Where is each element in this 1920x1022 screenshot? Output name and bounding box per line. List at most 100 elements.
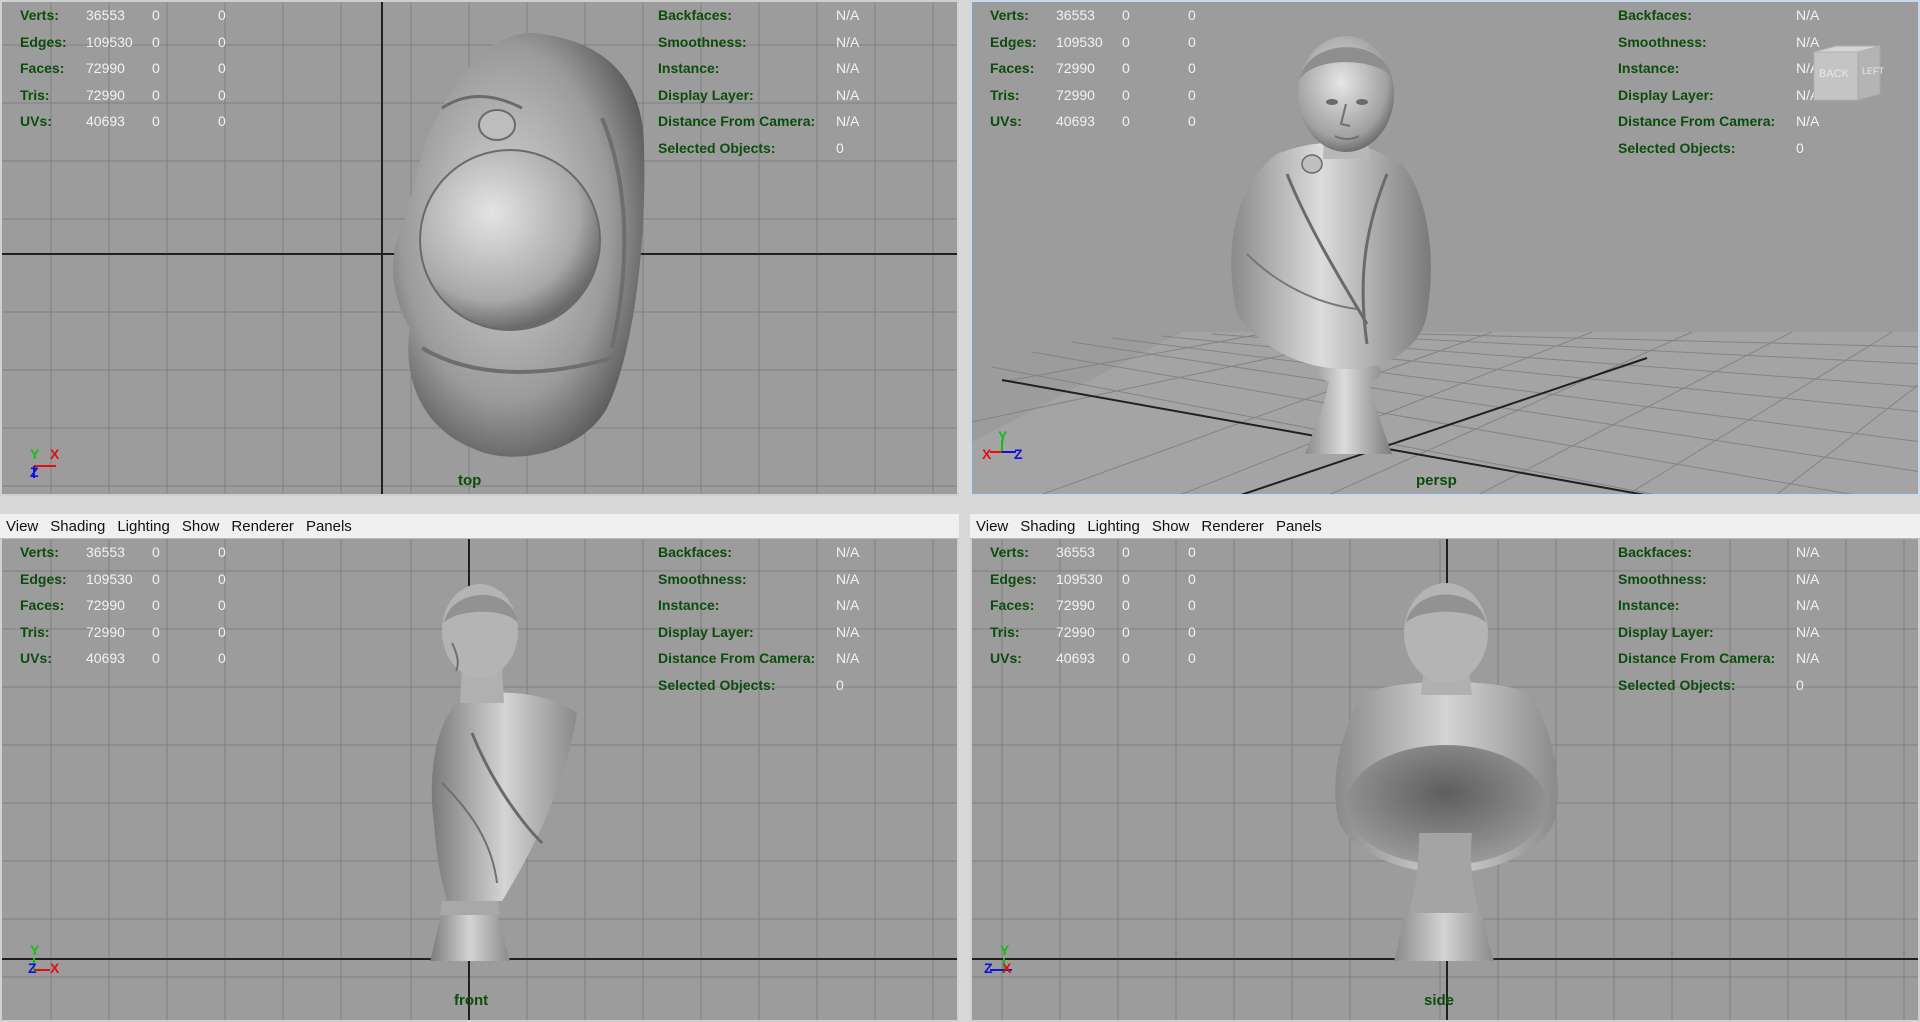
hud-info-value: N/A bbox=[836, 7, 860, 23]
hud-info-value: N/A bbox=[1796, 113, 1820, 129]
hud-stat-row: UVs: 40693 0 0 bbox=[990, 108, 1250, 135]
menu-view[interactable]: View bbox=[0, 514, 44, 535]
bust-model-persp-view[interactable] bbox=[1217, 24, 1467, 464]
camera-label-top: top bbox=[458, 472, 482, 489]
hud-stat-value: 0 bbox=[1122, 597, 1130, 613]
hud-stat-label: Edges: bbox=[990, 570, 1037, 587]
hud-stat-value: 0 bbox=[1122, 623, 1130, 640]
hud-stats-front: Verts: 36553 0 0 Edges: 109530 0 0 Faces: 72990 0 0… bbox=[20, 539, 280, 672]
hud-stat-value: 0 bbox=[1188, 7, 1196, 23]
hud-stat-value: 0 bbox=[218, 650, 226, 666]
hud-info-row: Backfaces: N/A bbox=[1618, 539, 1908, 566]
hud-stat-value: 36553 bbox=[1056, 544, 1095, 560]
hud-stat-value: 109530 bbox=[86, 33, 133, 50]
menu-show[interactable]: Show bbox=[1146, 514, 1196, 535]
hud-stat-value: 0 bbox=[218, 597, 226, 613]
view-cube[interactable]: BACK LEFT bbox=[1810, 44, 1888, 106]
hud-info-label: Distance From Camera: bbox=[658, 650, 816, 666]
hud-stat-value: 0 bbox=[218, 544, 226, 560]
hud-info-row: Instance: N/A bbox=[658, 55, 938, 82]
bust-model-side-view[interactable] bbox=[1324, 583, 1574, 963]
hud-stat-value: 0 bbox=[1188, 570, 1196, 587]
menu-panels[interactable]: Panels bbox=[1270, 514, 1328, 535]
viewport-front[interactable]: Verts: 36553 0 0 Edges: 109530 0 0 Faces: 72990 0 0… bbox=[0, 539, 959, 1022]
hud-stat-value: 0 bbox=[152, 623, 160, 640]
hud-stat-value: 72990 bbox=[86, 623, 125, 640]
hud-info-label: Display Layer: bbox=[1618, 623, 1714, 640]
menu-shading[interactable]: Shading bbox=[1014, 514, 1081, 535]
hud-stat-label: Faces: bbox=[990, 597, 1035, 613]
hud-info-row: Selected Objects: 0 bbox=[1618, 672, 1908, 699]
hud-stat-value: 0 bbox=[1188, 650, 1196, 666]
hud-stat-value: 36553 bbox=[1056, 7, 1095, 23]
menu-shading[interactable]: Shading bbox=[44, 514, 111, 535]
hud-stats-top: Verts: 36553 0 0 Edges: 109530 0 0 Faces: 72990 0 0… bbox=[20, 2, 280, 135]
bust-model-front-view[interactable] bbox=[412, 583, 582, 963]
menu-renderer[interactable]: Renderer bbox=[1195, 514, 1270, 535]
axis-indicator-persp: X Y Z bbox=[982, 428, 1032, 478]
menu-panels[interactable]: Panels bbox=[300, 514, 358, 535]
hud-info-row: Instance: N/A bbox=[1618, 592, 1908, 619]
hud-info-value: N/A bbox=[836, 60, 860, 76]
hud-stat-label: Edges: bbox=[990, 33, 1037, 50]
menu-lighting[interactable]: Lighting bbox=[111, 514, 176, 535]
menu-view[interactable]: View bbox=[970, 514, 1014, 535]
hud-info-label: Smoothness: bbox=[1618, 33, 1707, 50]
hud-info-value: N/A bbox=[1796, 597, 1820, 613]
view-cube-back-label[interactable]: BACK bbox=[1819, 68, 1849, 80]
hud-info-row: Smoothness: N/A bbox=[1618, 566, 1908, 593]
hud-info-row: Selected Objects: 0 bbox=[1618, 135, 1908, 162]
hud-stat-value: 0 bbox=[218, 7, 226, 23]
hud-stat-row: UVs: 40693 0 0 bbox=[20, 108, 280, 135]
hud-stat-value: 0 bbox=[1122, 33, 1130, 50]
axis-indicator-side: Y Z X bbox=[982, 942, 1032, 996]
hud-stat-row: UVs: 40693 0 0 bbox=[990, 645, 1250, 672]
axis-label-x: X bbox=[50, 446, 60, 462]
hud-stat-value: 0 bbox=[1122, 650, 1130, 666]
hud-info-value: N/A bbox=[836, 33, 860, 50]
hud-info-label: Smoothness: bbox=[658, 570, 747, 587]
hud-stat-value: 72990 bbox=[1056, 597, 1095, 613]
menu-show[interactable]: Show bbox=[176, 514, 226, 535]
hud-info-row: Selected Objects: 0 bbox=[658, 672, 938, 699]
viewport-persp[interactable]: Verts: 36553 0 0 Edges: 109530 0 0 Faces: 72990 0 0… bbox=[970, 0, 1920, 496]
viewport-side[interactable]: Verts: 36553 0 0 Edges: 109530 0 0 Faces: 72990 0 0… bbox=[970, 539, 1920, 1022]
hud-stat-row: Verts: 36553 0 0 bbox=[990, 2, 1250, 29]
hud-info-label: Selected Objects: bbox=[1618, 139, 1736, 156]
axis-label-z: Z bbox=[984, 960, 993, 976]
hud-stat-value: 0 bbox=[218, 86, 226, 103]
view-cube-left-label[interactable]: LEFT bbox=[1862, 66, 1884, 76]
hud-info-row: Display Layer: N/A bbox=[658, 619, 938, 646]
hud-stat-value: 0 bbox=[218, 113, 226, 129]
menu-renderer[interactable]: Renderer bbox=[225, 514, 300, 535]
hud-info-label: Smoothness: bbox=[658, 33, 747, 50]
hud-info-label: Distance From Camera: bbox=[1618, 113, 1776, 129]
hud-info-value: N/A bbox=[1796, 570, 1820, 587]
hud-info-value: N/A bbox=[836, 544, 860, 560]
hud-stat-value: 0 bbox=[1188, 33, 1196, 50]
hud-stat-row: Verts: 36553 0 0 bbox=[20, 539, 280, 566]
hud-info-label: Backfaces: bbox=[658, 7, 732, 23]
hud-stat-value: 72990 bbox=[1056, 86, 1095, 103]
hud-info-row: Distance From Camera: N/A bbox=[658, 108, 938, 135]
hud-info-row: Selected Objects: 0 bbox=[658, 135, 938, 162]
hud-info-row: Display Layer: N/A bbox=[1618, 619, 1908, 646]
hud-stat-value: 0 bbox=[1122, 60, 1130, 76]
hud-info-label: Instance: bbox=[1618, 597, 1680, 613]
hud-stat-value: 0 bbox=[1188, 60, 1196, 76]
hud-stat-value: 0 bbox=[152, 544, 160, 560]
viewport-top[interactable]: Verts: 36553 0 0 Edges: 109530 0 0 Faces: 72990 0 0… bbox=[0, 0, 959, 496]
hud-info-row: Smoothness: N/A bbox=[658, 566, 938, 593]
hud-stat-value: 0 bbox=[152, 113, 160, 129]
hud-stat-label: Tris: bbox=[990, 623, 1020, 640]
axis-label-x: X bbox=[1002, 960, 1012, 976]
hud-info-value: N/A bbox=[1796, 7, 1820, 23]
menu-lighting[interactable]: Lighting bbox=[1081, 514, 1146, 535]
hud-info-value: N/A bbox=[836, 570, 860, 587]
hud-stats-side: Verts: 36553 0 0 Edges: 109530 0 0 Faces: 72990 0 0… bbox=[990, 539, 1250, 672]
hud-stat-label: Tris: bbox=[20, 86, 50, 103]
hud-stat-value: 0 bbox=[152, 570, 160, 587]
hud-info-label: Backfaces: bbox=[1618, 544, 1692, 560]
hud-stat-value: 72990 bbox=[86, 86, 125, 103]
bust-model-top-view[interactable] bbox=[382, 28, 652, 468]
